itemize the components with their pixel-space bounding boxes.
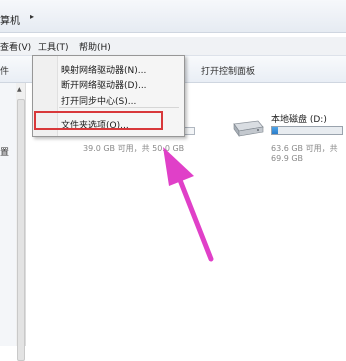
annotation-arrow-icon [163, 147, 214, 262]
